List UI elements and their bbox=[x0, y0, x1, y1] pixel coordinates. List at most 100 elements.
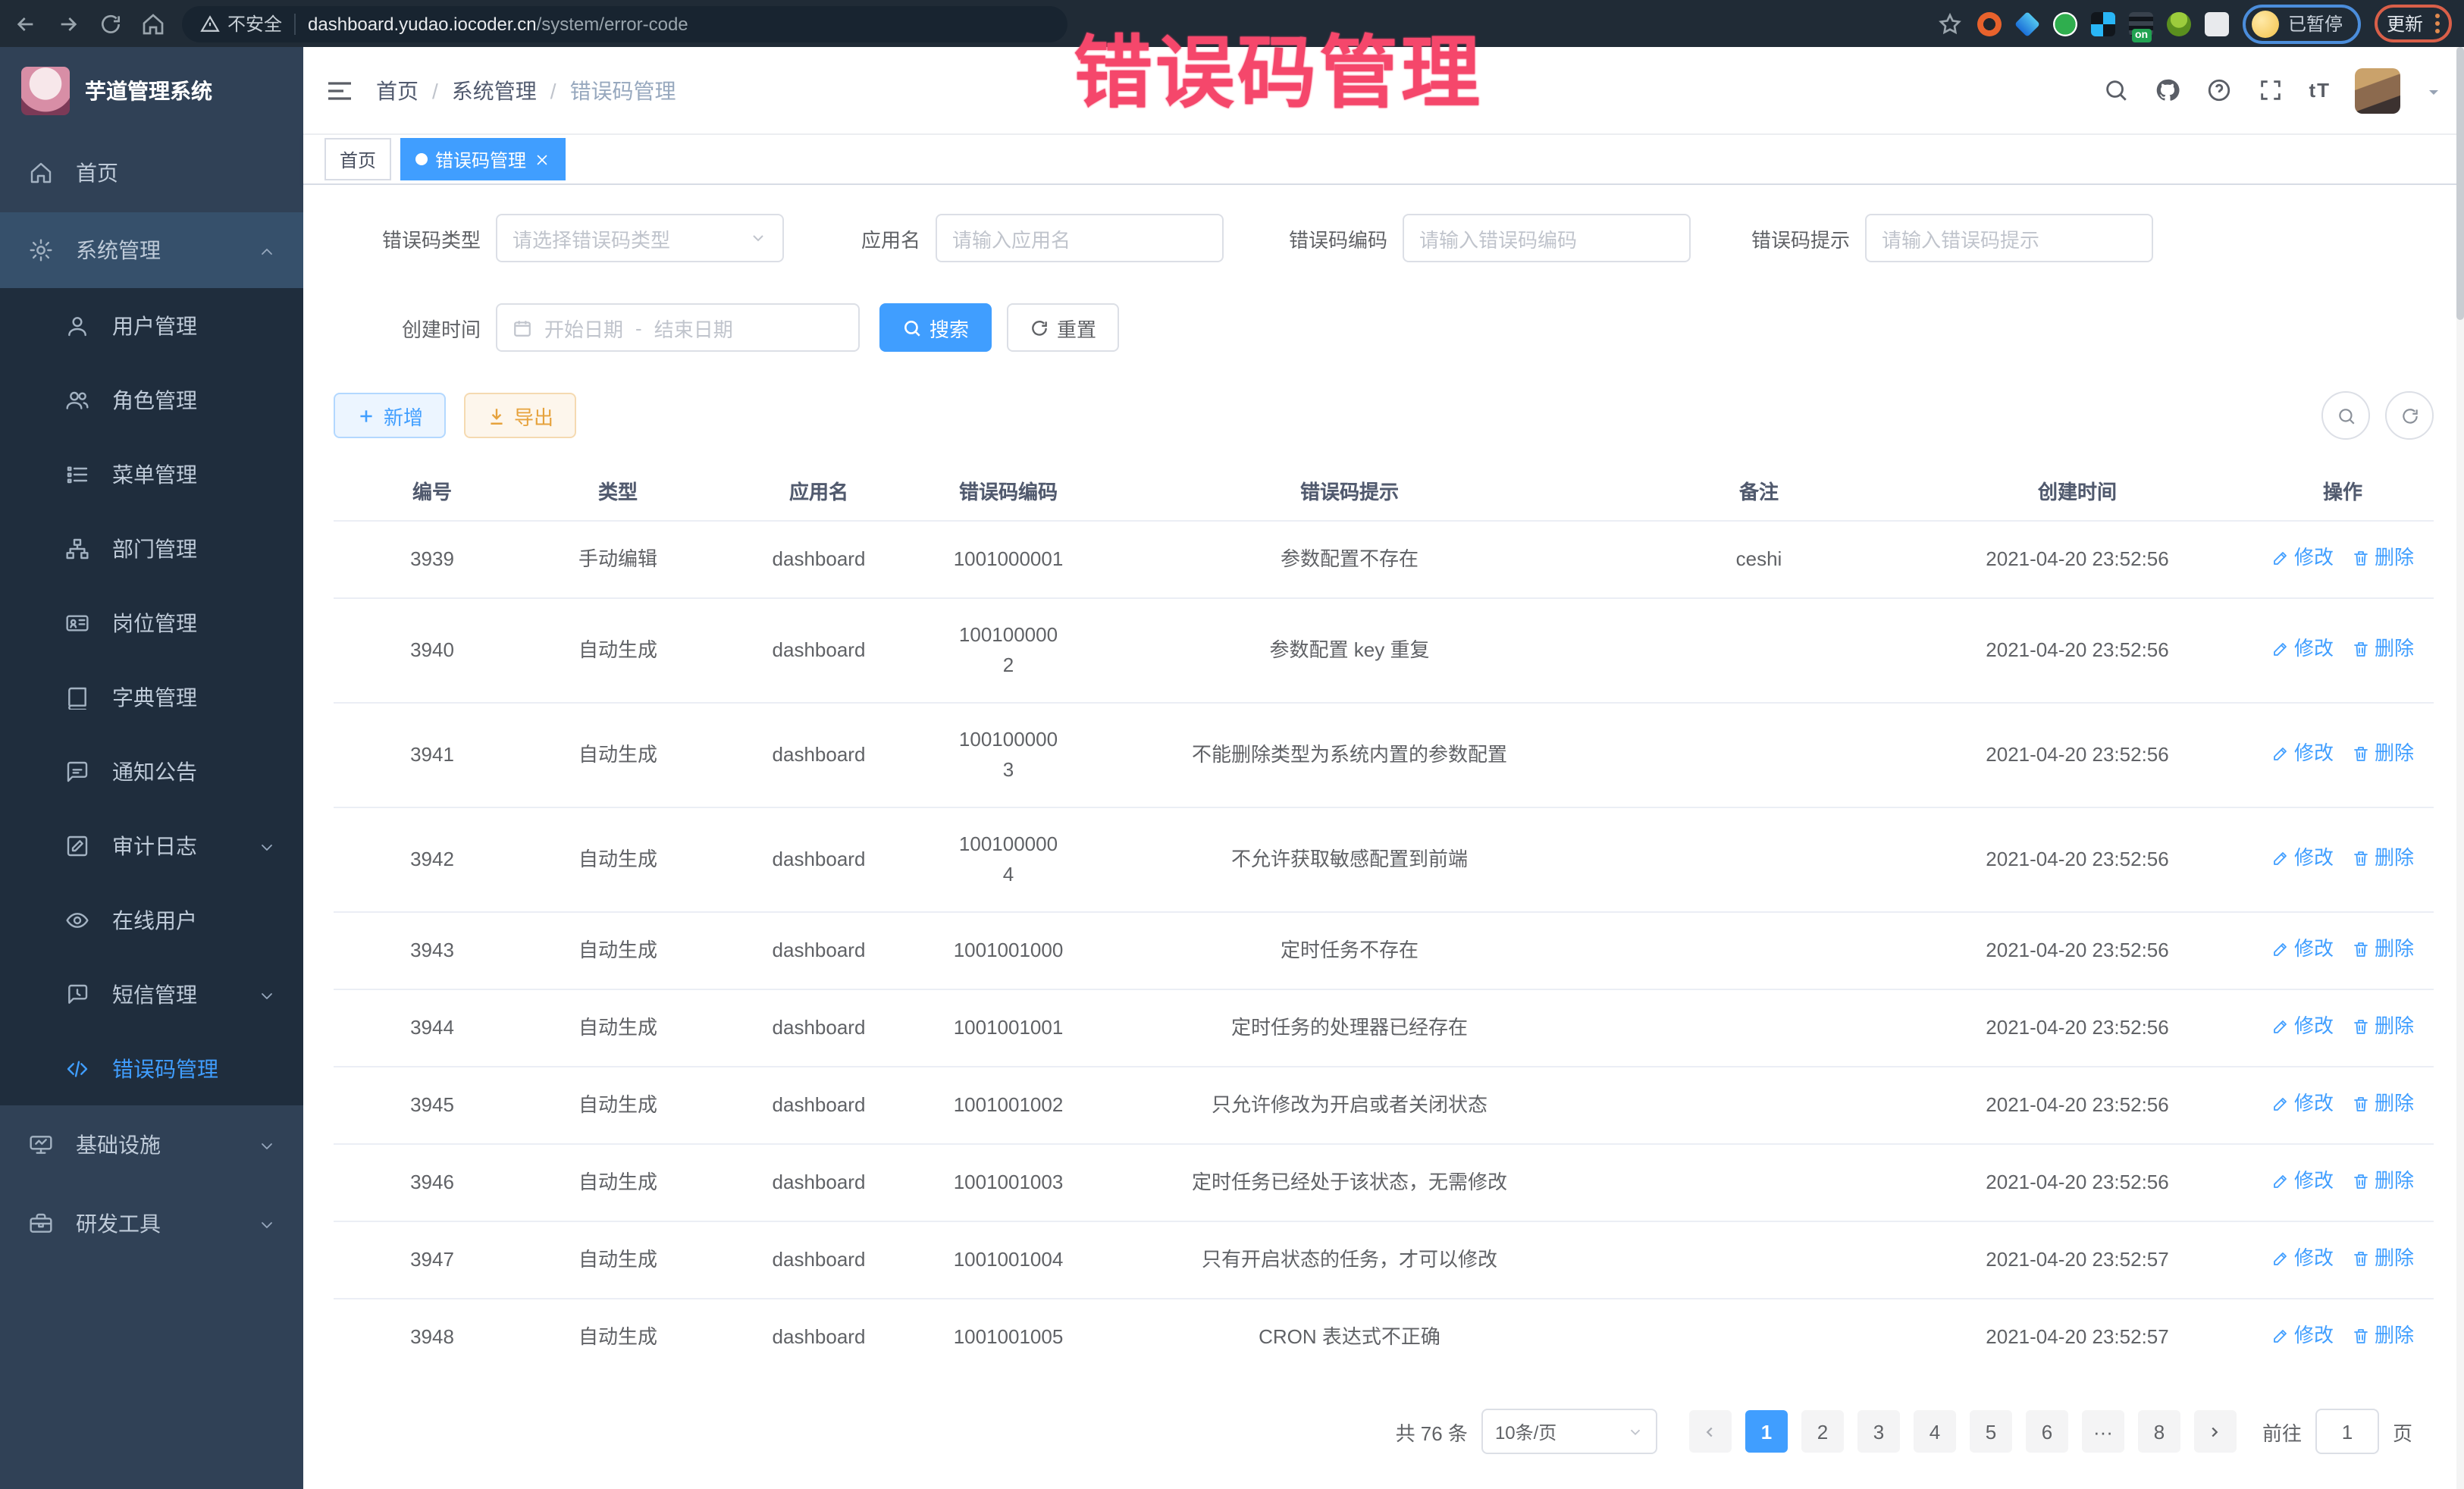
online-icon bbox=[64, 906, 91, 933]
sidebar-item-3[interactable]: 角色管理 bbox=[0, 362, 303, 437]
profile-paused-pill[interactable]: 已暂停 bbox=[2243, 4, 2361, 43]
delete-link[interactable]: 删除 bbox=[2352, 1166, 2414, 1196]
show-search-toggle-button[interactable] bbox=[2321, 391, 2370, 440]
extension-icon-blue-gem[interactable] bbox=[2014, 11, 2040, 36]
search-button[interactable]: 搜索 bbox=[879, 303, 992, 352]
page-size-select[interactable]: 10条/页 bbox=[1481, 1409, 1657, 1454]
edit-link[interactable]: 修改 bbox=[2271, 1243, 2334, 1274]
sidebar-item-13[interactable]: 基础设施 bbox=[0, 1105, 303, 1184]
help-icon[interactable] bbox=[2205, 77, 2233, 104]
caret-down-icon[interactable] bbox=[2425, 81, 2443, 99]
extension-icon-puzzle[interactable] bbox=[2205, 11, 2229, 36]
forward-icon[interactable] bbox=[55, 10, 82, 37]
edit-link[interactable]: 修改 bbox=[2271, 543, 2334, 573]
date-range-picker[interactable]: 开始日期 - 结束日期 bbox=[496, 303, 860, 352]
app-logo[interactable]: 芋道管理系统 bbox=[0, 47, 303, 133]
tab-0[interactable]: 首页 bbox=[324, 138, 391, 180]
prev-page-button[interactable] bbox=[1689, 1410, 1732, 1453]
error-msg-input[interactable]: 请输入错误码提示 bbox=[1865, 214, 2153, 262]
error-code-input[interactable]: 请输入错误码编码 bbox=[1403, 214, 1691, 262]
error-type-select[interactable]: 请选择错误码类型 bbox=[496, 214, 784, 262]
delete-link[interactable]: 删除 bbox=[2352, 634, 2414, 664]
extension-icon-green-person[interactable] bbox=[2167, 11, 2191, 36]
breadcrumb-item[interactable]: 首页 bbox=[376, 75, 419, 105]
edit-link[interactable]: 修改 bbox=[2271, 738, 2334, 769]
reset-button[interactable]: 重置 bbox=[1007, 303, 1119, 352]
app-name-input[interactable]: 请输入应用名 bbox=[936, 214, 1224, 262]
not-secure-warning[interactable]: 不安全 bbox=[200, 11, 282, 36]
sidebar-item-10[interactable]: 在线用户 bbox=[0, 882, 303, 957]
page-button-8[interactable]: 8 bbox=[2138, 1410, 2180, 1453]
user-avatar[interactable] bbox=[2355, 67, 2400, 113]
cell-type: 自动生成 bbox=[531, 1067, 705, 1144]
breadcrumb-item[interactable]: 系统管理 bbox=[452, 75, 537, 105]
delete-link[interactable]: 删除 bbox=[2352, 1089, 2414, 1119]
hamburger-icon[interactable] bbox=[324, 75, 355, 105]
address-bar[interactable]: 不安全 dashboard.yudao.iocoder.cn/system/er… bbox=[182, 5, 1067, 42]
sidebar-item-4[interactable]: 菜单管理 bbox=[0, 437, 303, 511]
sidebar-item-5[interactable]: 部门管理 bbox=[0, 511, 303, 585]
goto-page-input[interactable]: 1 bbox=[2315, 1409, 2379, 1454]
edit-link[interactable]: 修改 bbox=[2271, 1089, 2334, 1119]
sidebar-item-11[interactable]: 短信管理 bbox=[0, 957, 303, 1031]
back-icon[interactable] bbox=[12, 10, 39, 37]
edit-link[interactable]: 修改 bbox=[2271, 934, 2334, 964]
page-ellipsis[interactable]: ··· bbox=[2082, 1410, 2124, 1453]
page-button-3[interactable]: 3 bbox=[1857, 1410, 1900, 1453]
next-page-button[interactable] bbox=[2194, 1410, 2237, 1453]
scrollbar[interactable] bbox=[2456, 47, 2464, 1489]
close-icon[interactable] bbox=[534, 151, 550, 168]
cell-time: 2021-04-20 23:52:56 bbox=[1903, 807, 2252, 912]
page-button-4[interactable]: 4 bbox=[1914, 1410, 1956, 1453]
browser-menu-icon[interactable] bbox=[2435, 14, 2440, 33]
edit-link[interactable]: 修改 bbox=[2271, 843, 2334, 873]
add-button[interactable]: 新增 bbox=[334, 393, 446, 438]
fullscreen-icon[interactable] bbox=[2257, 77, 2284, 104]
delete-link[interactable]: 删除 bbox=[2352, 934, 2414, 964]
edit-link[interactable]: 修改 bbox=[2271, 1166, 2334, 1196]
extension-icon-orange[interactable] bbox=[1977, 11, 2002, 36]
column-header: 备注 bbox=[1615, 461, 1903, 521]
cell-actions: 修改删除 bbox=[2252, 807, 2434, 912]
sidebar-item-label: 短信管理 bbox=[112, 979, 197, 1009]
sidebar-item-12[interactable]: 错误码管理 bbox=[0, 1031, 303, 1105]
delete-link[interactable]: 删除 bbox=[2352, 1243, 2414, 1274]
extension-icon-grid[interactable] bbox=[2091, 11, 2115, 36]
sidebar-item-1[interactable]: 系统管理 bbox=[0, 212, 303, 288]
filter-date-label: 创建时间 bbox=[334, 313, 481, 342]
delete-link[interactable]: 删除 bbox=[2352, 843, 2414, 873]
font-size-icon[interactable]: tT bbox=[2309, 79, 2331, 102]
sidebar-item-14[interactable]: 研发工具 bbox=[0, 1184, 303, 1263]
github-icon[interactable] bbox=[2154, 77, 2181, 104]
cell-app: dashboard bbox=[705, 521, 933, 598]
page-button-2[interactable]: 2 bbox=[1801, 1410, 1844, 1453]
edit-link[interactable]: 修改 bbox=[2271, 1321, 2334, 1351]
sidebar-item-6[interactable]: 岗位管理 bbox=[0, 585, 303, 660]
bookmark-star-icon[interactable] bbox=[1936, 10, 1964, 37]
export-button[interactable]: 导出 bbox=[464, 393, 576, 438]
sidebar-item-0[interactable]: 首页 bbox=[0, 133, 303, 212]
delete-link[interactable]: 删除 bbox=[2352, 543, 2414, 573]
delete-link[interactable]: 删除 bbox=[2352, 1011, 2414, 1042]
update-button[interactable]: 更新 bbox=[2375, 5, 2452, 42]
delete-link[interactable]: 删除 bbox=[2352, 1321, 2414, 1351]
extension-icon-proxy-on[interactable]: on bbox=[2129, 11, 2153, 36]
refresh-table-button[interactable] bbox=[2385, 391, 2434, 440]
edit-link[interactable]: 修改 bbox=[2271, 1011, 2334, 1042]
page-button-5[interactable]: 5 bbox=[1970, 1410, 2012, 1453]
sidebar-item-8[interactable]: 通知公告 bbox=[0, 734, 303, 808]
url-separator bbox=[294, 13, 296, 34]
extension-icon-green-v[interactable] bbox=[2053, 11, 2077, 36]
page-button-1[interactable]: 1 bbox=[1745, 1410, 1788, 1453]
sidebar-item-9[interactable]: 审计日志 bbox=[0, 808, 303, 882]
tab-1[interactable]: 错误码管理 bbox=[400, 138, 566, 180]
sidebar-item-2[interactable]: 用户管理 bbox=[0, 288, 303, 362]
home-icon[interactable] bbox=[140, 10, 167, 37]
search-icon[interactable] bbox=[2102, 77, 2130, 104]
sidebar-item-7[interactable]: 字典管理 bbox=[0, 660, 303, 734]
edit-link[interactable]: 修改 bbox=[2271, 634, 2334, 664]
user-icon bbox=[64, 312, 91, 339]
page-button-6[interactable]: 6 bbox=[2026, 1410, 2068, 1453]
delete-link[interactable]: 删除 bbox=[2352, 738, 2414, 769]
reload-icon[interactable] bbox=[97, 10, 124, 37]
